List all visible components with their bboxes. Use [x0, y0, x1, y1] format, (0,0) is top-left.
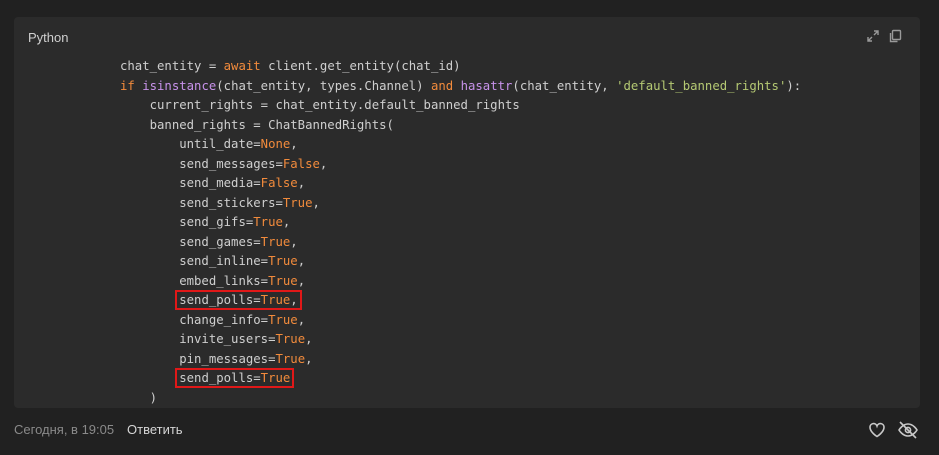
- code-token: ,: [305, 351, 313, 366]
- code-line: pin_messages=True,: [120, 350, 801, 370]
- code-token: True: [275, 332, 306, 346]
- code-token: ,: [297, 176, 306, 190]
- code-token: ,: [297, 273, 306, 288]
- code-token: ,: [290, 234, 298, 249]
- code-token: (chat_entity,: [512, 78, 617, 93]
- code-line: if isinstance(chat_entity, types.Channel…: [120, 77, 801, 97]
- code-token: True: [268, 254, 298, 268]
- code-token: send_messages=: [120, 156, 283, 171]
- code-token: True: [275, 351, 306, 366]
- expand-icon[interactable]: [866, 29, 880, 43]
- code-block: Python chat_entity = await client.get_en…: [14, 17, 920, 408]
- code-token: send_games=: [120, 234, 261, 249]
- heart-icon[interactable]: [867, 420, 887, 440]
- code-token: send_polls=: [179, 371, 261, 385]
- code-token: pin_messages=: [120, 351, 276, 366]
- code-token: await: [223, 59, 261, 73]
- code-token: if: [120, 78, 135, 93]
- code-token: True: [282, 195, 313, 210]
- code-token: False: [282, 156, 320, 171]
- code-token: True: [260, 234, 291, 249]
- code-token: 'default_banned_rights': [616, 78, 787, 93]
- code-line: banned_rights = ChatBannedRights(: [120, 116, 801, 136]
- code-token: ,: [312, 195, 320, 210]
- code-content: chat_entity = await client.get_entity(ch…: [120, 57, 801, 408]
- code-line: send_polls=True: [120, 368, 801, 389]
- code-token: send_inline=: [120, 254, 269, 268]
- code-line: send_stickers=True,: [120, 194, 801, 214]
- code-token: True: [253, 215, 283, 229]
- code-token: invite_users=: [120, 332, 276, 346]
- message-timestamp: Сегодня, в 19:05: [14, 422, 115, 437]
- code-line: change_info=True,: [120, 311, 801, 331]
- code-line: send_inline=True,: [120, 252, 801, 272]
- code-language-label: Python: [28, 30, 69, 45]
- highlighted-code-fragment: send_polls=True,: [175, 290, 302, 310]
- message-actions: [867, 420, 919, 440]
- code-line: invite_users=True,: [120, 330, 801, 350]
- code-line: send_games=True,: [120, 233, 801, 253]
- highlighted-code-fragment: send_polls=True: [175, 368, 295, 388]
- code-token: (chat_entity, types.Channel): [216, 78, 431, 93]
- code-token: ,: [297, 254, 306, 268]
- code-token: send_polls=: [179, 293, 261, 307]
- reply-button[interactable]: Ответить: [127, 422, 183, 437]
- code-token: embed_links=: [120, 273, 269, 288]
- code-line: send_gifs=True,: [120, 213, 801, 233]
- code-token: True: [260, 371, 291, 385]
- code-token: True: [260, 293, 291, 307]
- code-token: change_info=: [120, 312, 269, 327]
- code-token: True: [268, 312, 298, 327]
- code-token: until_date=: [120, 137, 261, 151]
- code-line: chat_entity = await client.get_entity(ch…: [120, 57, 801, 77]
- code-token: ,: [319, 156, 328, 171]
- code-line: send_messages=False,: [120, 155, 801, 175]
- code-token: ,: [297, 312, 306, 327]
- message-footer: Сегодня, в 19:05 Ответить: [0, 420, 939, 444]
- code-token: hasattr: [460, 78, 513, 93]
- code-token: client.get_entity(chat_id): [260, 59, 461, 73]
- code-token: send_gifs=: [120, 215, 254, 229]
- code-token: isinstance: [142, 78, 217, 93]
- code-token: ,: [305, 332, 313, 346]
- code-token: None: [260, 137, 291, 151]
- code-line: embed_links=True,: [120, 272, 801, 292]
- code-token: ):: [786, 78, 802, 93]
- code-token: ,: [282, 215, 291, 229]
- code-line: send_media=False,: [120, 174, 801, 194]
- code-toolbar: [866, 29, 902, 43]
- copy-icon[interactable]: [888, 29, 902, 43]
- code-token: ,: [290, 137, 298, 151]
- code-token: False: [260, 176, 298, 190]
- code-line: until_date=None,: [120, 135, 801, 155]
- code-token: current_rights = chat_entity.default_ban…: [120, 98, 520, 112]
- code-token: banned_rights = ChatBannedRights(: [120, 117, 394, 132]
- code-line: send_polls=True,: [120, 290, 801, 311]
- code-token: and: [430, 78, 454, 93]
- code-line: ): [120, 389, 801, 409]
- code-token: ): [120, 390, 158, 405]
- code-token: True: [268, 273, 298, 288]
- code-line: current_rights = chat_entity.default_ban…: [120, 96, 801, 116]
- code-token: ,: [290, 293, 298, 307]
- code-token: send_stickers=: [120, 195, 283, 210]
- code-token: send_media=: [120, 176, 261, 190]
- code-token: chat_entity =: [120, 59, 224, 73]
- hide-eye-icon[interactable]: [897, 420, 919, 440]
